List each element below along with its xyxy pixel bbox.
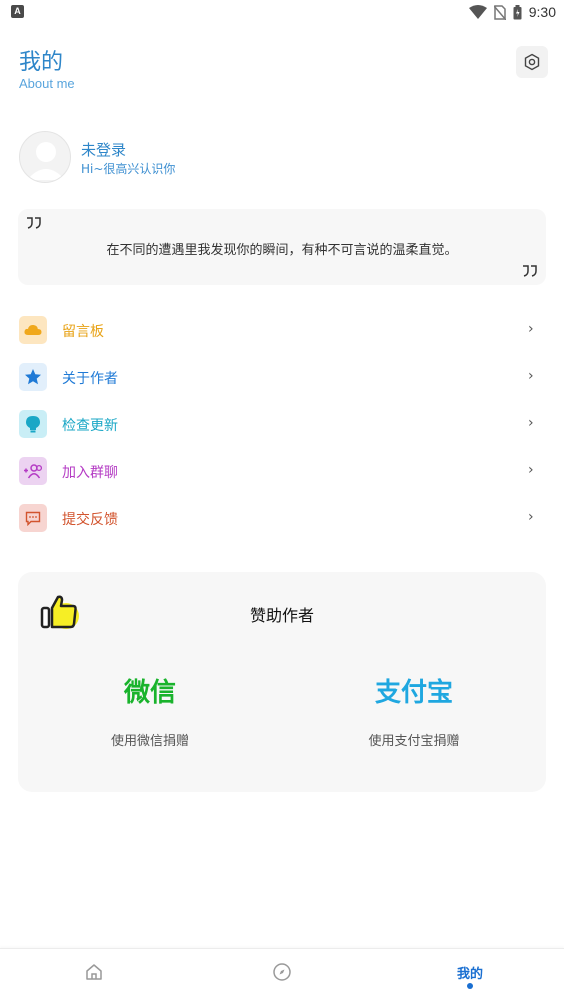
menu-item-check-update[interactable]: 检查更新 › — [0, 403, 564, 449]
menu-item-feedback[interactable]: 提交反馈 › — [0, 497, 564, 543]
chevron-right-icon: › — [528, 368, 534, 384]
menu-item-message-board[interactable]: 留言板 › — [0, 309, 564, 355]
menu-label: 检查更新 — [62, 418, 118, 434]
bottom-navigation: 我的 — [0, 948, 564, 1002]
menu-label: 留言板 — [62, 324, 104, 340]
nav-discover[interactable] — [252, 949, 312, 1002]
user-name[interactable]: 未登录 — [81, 139, 126, 160]
menu-label: 加入群聊 — [62, 465, 118, 481]
alipay-caption: 使用支付宝捐赠 — [368, 734, 460, 749]
no-sim-icon — [493, 4, 506, 20]
menu-item-join-group[interactable]: 加入群聊 › — [0, 450, 564, 496]
close-quote-icon — [523, 265, 537, 277]
donate-title: 赞助作者 — [249, 606, 314, 625]
chevron-right-icon: › — [528, 415, 534, 431]
donate-card: 赞助作者 微信 使用微信捐赠 支付宝 使用支付宝捐赠 — [18, 572, 546, 792]
page-title: 我的 — [19, 50, 64, 75]
chevron-right-icon: › — [528, 509, 534, 525]
open-quote-icon — [27, 217, 41, 229]
menu-item-about-author[interactable]: 关于作者 › — [0, 356, 564, 402]
status-icons: 9:30 — [468, 3, 556, 21]
nav-me-label: 我的 — [456, 966, 483, 982]
nav-home[interactable] — [64, 949, 124, 1002]
home-icon — [86, 964, 102, 980]
battery-icon — [513, 4, 522, 19]
default-user-icon — [27, 142, 65, 180]
avatar[interactable] — [19, 131, 71, 183]
bulb-icon — [19, 410, 47, 438]
menu-label: 关于作者 — [62, 371, 118, 387]
user-greeting: Hi~很高兴认识你 — [81, 162, 176, 176]
quote-text: 在不同的遭遇里我发现你的瞬间，有种不可言说的温柔直觉。 — [106, 243, 458, 258]
notification-app-icon: A — [11, 5, 24, 18]
wechat-pay-button[interactable]: 微信 — [50, 672, 250, 709]
active-indicator-dot — [467, 983, 473, 989]
alipay-button[interactable]: 支付宝 — [314, 672, 514, 709]
chevron-right-icon: › — [528, 462, 534, 478]
compass-icon — [273, 963, 291, 981]
clock: 9:30 — [528, 4, 556, 20]
page-subtitle: About me — [19, 76, 75, 91]
quote-card: 在不同的遭遇里我发现你的瞬间，有种不可言说的温柔直觉。 — [18, 209, 546, 285]
cloud-icon — [19, 316, 47, 344]
feedback-icon — [19, 504, 47, 532]
status-bar: A 9:30 — [0, 0, 564, 26]
nav-me[interactable]: 我的 — [440, 949, 500, 1002]
wechat-pay-caption: 使用微信捐赠 — [110, 734, 189, 749]
menu-label: 提交反馈 — [62, 512, 118, 528]
gear-icon — [524, 53, 540, 71]
chevron-right-icon: › — [528, 321, 534, 337]
settings-button[interactable] — [516, 46, 548, 78]
wifi-icon — [468, 5, 487, 19]
star-icon — [19, 363, 47, 391]
group-add-icon — [19, 457, 47, 485]
